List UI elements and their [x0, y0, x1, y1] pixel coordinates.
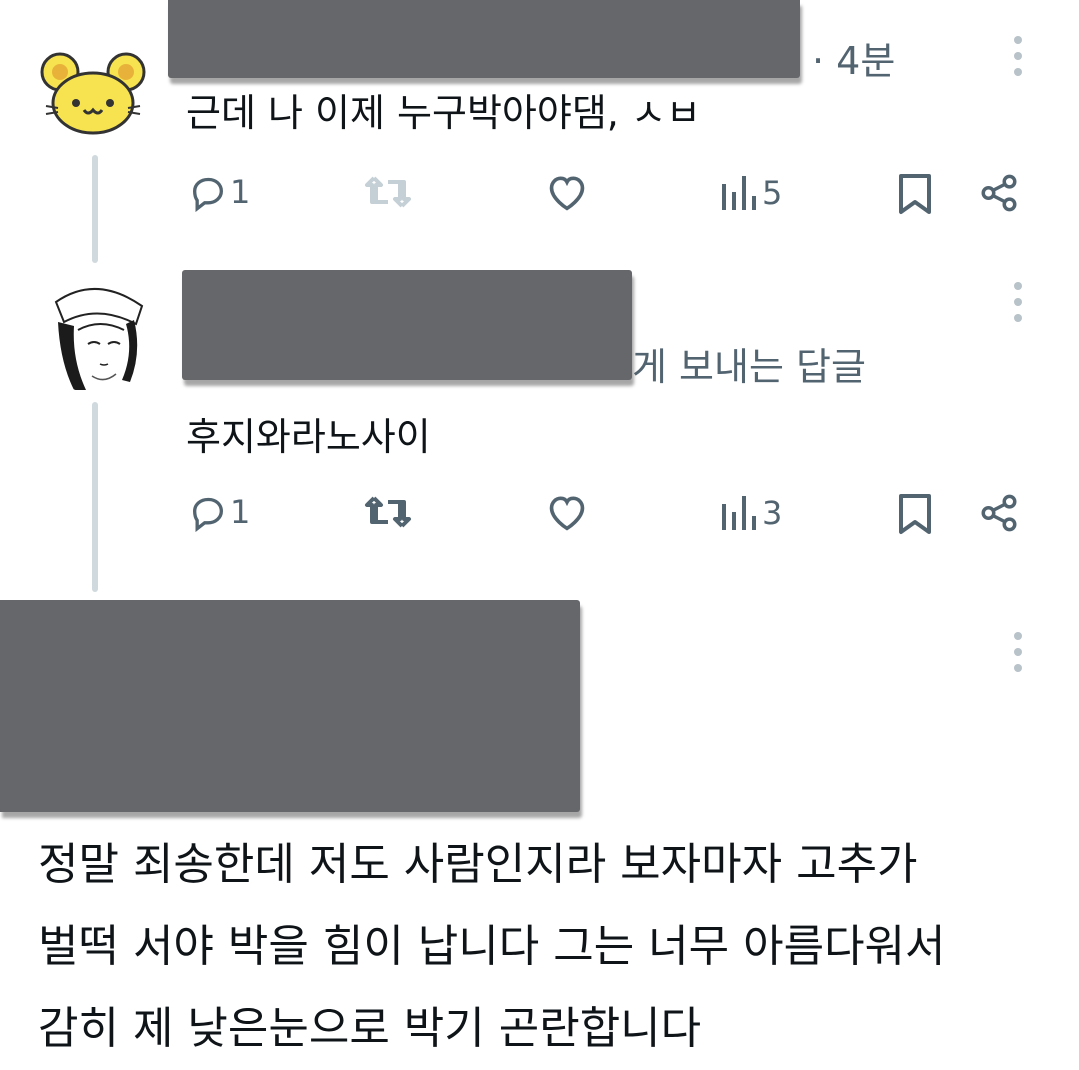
reply-count: 1: [230, 173, 251, 211]
retweet-button[interactable]: [364, 492, 412, 532]
share-icon: [981, 174, 1017, 212]
share-button[interactable]: [978, 492, 1020, 534]
more-options-button[interactable]: [1014, 36, 1022, 76]
bookmark-button[interactable]: [897, 492, 933, 536]
tweet-text: 근데 나 이제 누구박아야댐, ㅅㅂ: [186, 91, 701, 132]
like-icon: [549, 496, 585, 531]
more-options-button[interactable]: [1014, 282, 1022, 322]
views-button[interactable]: 3: [718, 494, 782, 532]
thread-line: [92, 402, 98, 592]
views-button[interactable]: 5: [718, 174, 782, 212]
bookmark-icon: [899, 174, 931, 214]
reply-icon: [192, 177, 224, 212]
like-icon: [549, 176, 585, 211]
redacted-name-block: [182, 270, 632, 380]
more-icon: [1014, 282, 1022, 290]
view-count: 5: [762, 174, 783, 212]
avatar[interactable]: [38, 272, 154, 394]
avatar[interactable]: [38, 48, 148, 138]
reply-button[interactable]: 1: [188, 492, 250, 532]
share-icon: [981, 494, 1017, 532]
reply-count: 1: [230, 493, 251, 531]
reply-to-label: 게 보내는 답글: [632, 345, 866, 389]
share-button[interactable]: [978, 172, 1020, 214]
tweet-timestamp[interactable]: · 4분: [812, 30, 895, 85]
thread-line: [92, 155, 98, 263]
more-icon: [1014, 36, 1022, 44]
reply-button[interactable]: 1: [188, 172, 250, 212]
tweet-text: 후지와라노사이: [186, 415, 431, 459]
tweet-text-line: 정말 죄송한데 저도 사람인지라 보자마자 고추가: [38, 839, 918, 890]
bookmark-icon: [899, 494, 931, 534]
tweet-text-line: 벌떡 서야 박을 힘이 납니다 그는 너무 아름다워서: [38, 921, 946, 972]
bookmark-button[interactable]: [897, 172, 933, 216]
views-icon: [722, 176, 756, 210]
like-button[interactable]: [545, 492, 589, 532]
like-button[interactable]: [545, 172, 589, 212]
views-icon: [722, 496, 756, 530]
view-count: 3: [762, 494, 783, 532]
redacted-name-block: [168, 0, 800, 78]
more-icon: [1014, 632, 1022, 640]
retweet-icon: [365, 496, 411, 528]
retweet-button[interactable]: [364, 172, 412, 212]
reply-icon: [192, 497, 224, 532]
redacted-header-block: [0, 600, 580, 812]
retweet-icon: [365, 176, 411, 208]
more-options-button[interactable]: [1014, 632, 1022, 672]
tweet-body: 정말 죄송한데 저도 사람인지라 보자마자 고추가 벌떡 서야 박을 힘이 납니…: [38, 824, 946, 1070]
